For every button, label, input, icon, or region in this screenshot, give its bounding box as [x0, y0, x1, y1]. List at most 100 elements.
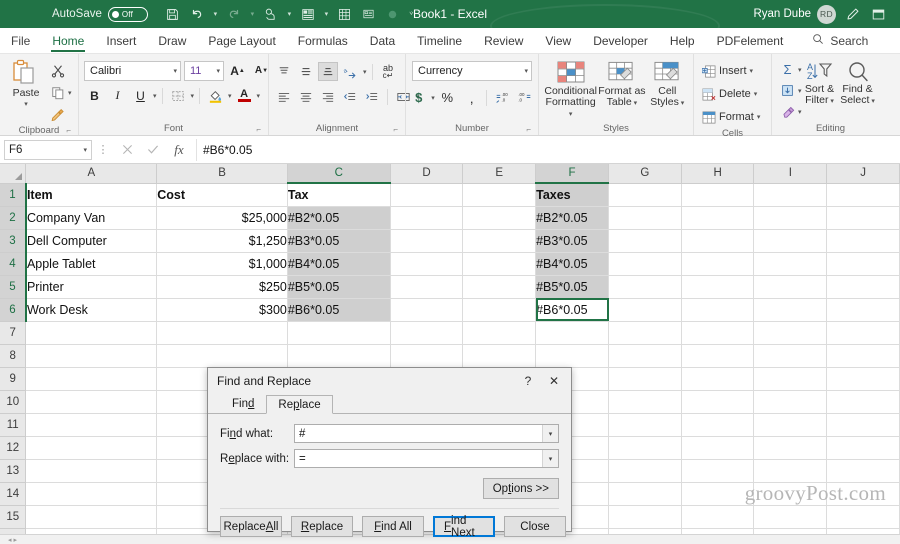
- delete-cells-button[interactable]: Delete ▾: [699, 83, 760, 105]
- column-header-j[interactable]: J: [826, 164, 900, 184]
- touch-mode-chevron-down-icon[interactable]: ▾: [284, 3, 295, 25]
- cell-J4[interactable]: [826, 252, 900, 276]
- pdfelement-chevron-down-icon[interactable]: ▾: [321, 3, 332, 25]
- cell-I2[interactable]: [753, 206, 828, 230]
- cell-C3[interactable]: #B3*0.05: [287, 229, 391, 253]
- cell-F4[interactable]: #B4*0.05: [535, 252, 610, 276]
- increase-decimal-icon[interactable]: .00.0: [492, 87, 513, 108]
- row-header-1[interactable]: 1: [0, 183, 27, 207]
- cell-J14[interactable]: [826, 482, 900, 506]
- cell-E8[interactable]: [462, 344, 537, 368]
- cell-H8[interactable]: [681, 344, 755, 368]
- cell-B6[interactable]: $300: [156, 298, 288, 322]
- cell-A2[interactable]: Company Van: [25, 206, 158, 230]
- row-header-15[interactable]: 15: [0, 505, 27, 529]
- cell-J2[interactable]: [826, 206, 900, 230]
- cell-H6[interactable]: [681, 298, 755, 322]
- cell-A15[interactable]: [25, 505, 158, 529]
- number-format-combo[interactable]: Currency ▾: [412, 61, 532, 81]
- cell-F3[interactable]: #B3*0.05: [535, 229, 610, 253]
- find-all-button[interactable]: Find All: [362, 516, 424, 537]
- cell-J3[interactable]: [826, 229, 900, 253]
- cell-H1[interactable]: [681, 183, 755, 207]
- redo-chevron-down-icon[interactable]: ▾: [247, 3, 258, 25]
- cell-E6[interactable]: [462, 298, 537, 322]
- cell-B3[interactable]: $1,250: [156, 229, 288, 253]
- alignment-dialog-launcher[interactable]: ⌐: [393, 125, 398, 134]
- cell-H10[interactable]: [681, 390, 755, 414]
- cell-F1[interactable]: Taxes: [535, 183, 610, 207]
- cell-C4[interactable]: #B4*0.05: [287, 252, 391, 276]
- cell-A4[interactable]: Apple Tablet: [25, 252, 158, 276]
- cell-H7[interactable]: [681, 321, 755, 345]
- format-cells-button[interactable]: Format ▾: [699, 106, 763, 128]
- cell-G2[interactable]: [608, 206, 682, 230]
- cell-A10[interactable]: [25, 390, 158, 414]
- cell-A5[interactable]: Printer: [25, 275, 158, 299]
- cell-J10[interactable]: [826, 390, 900, 414]
- cell-J12[interactable]: [826, 436, 900, 460]
- cut-icon[interactable]: [47, 60, 68, 81]
- cell-A7[interactable]: [25, 321, 158, 345]
- font-dialog-launcher[interactable]: ⌐: [256, 125, 261, 134]
- cell-G10[interactable]: [608, 390, 682, 414]
- tab-help[interactable]: Help: [659, 28, 706, 53]
- cell-H14[interactable]: [681, 482, 755, 506]
- cell-C5[interactable]: #B5*0.05: [287, 275, 391, 299]
- cell-H12[interactable]: [681, 436, 755, 460]
- cell-C8[interactable]: [287, 344, 391, 368]
- format-cells-chevron-down-icon[interactable]: ▾: [757, 113, 761, 121]
- bold-button[interactable]: B: [84, 85, 105, 106]
- cell-B5[interactable]: $250: [156, 275, 288, 299]
- percent-style-icon[interactable]: %: [437, 87, 458, 108]
- font-size-chevron-down-icon[interactable]: ▾: [212, 67, 220, 75]
- column-header-a[interactable]: A: [25, 164, 158, 184]
- cell-G13[interactable]: [608, 459, 682, 483]
- cell-D6[interactable]: [390, 298, 464, 322]
- cell-I6[interactable]: [753, 298, 828, 322]
- cell-I7[interactable]: [753, 321, 828, 345]
- cell-H4[interactable]: [681, 252, 755, 276]
- cell-H13[interactable]: [681, 459, 755, 483]
- cell-I15[interactable]: [753, 505, 828, 529]
- tab-page-layout[interactable]: Page Layout: [197, 28, 286, 53]
- undo-chevron-down-icon[interactable]: ▾: [210, 3, 221, 25]
- formula-bar-handle[interactable]: ⋮: [96, 143, 110, 156]
- increase-indent-icon[interactable]: [362, 87, 382, 106]
- cell-I5[interactable]: [753, 275, 828, 299]
- cell-J7[interactable]: [826, 321, 900, 345]
- options-button[interactable]: Op t ions >>: [482, 478, 559, 499]
- paste-chevron-down-icon[interactable]: ▾: [24, 100, 28, 108]
- cell-F6[interactable]: #B6*0.05: [535, 298, 610, 322]
- center-icon[interactable]: [296, 87, 316, 106]
- pdfelement-icon[interactable]: [297, 3, 319, 25]
- decrease-decimal-icon[interactable]: .00.0: [515, 87, 536, 108]
- middle-align-icon[interactable]: [296, 62, 316, 81]
- cell-G7[interactable]: [608, 321, 682, 345]
- tab-insert[interactable]: Insert: [95, 28, 147, 53]
- cell-A9[interactable]: [25, 367, 158, 391]
- row-header-7[interactable]: 7: [0, 321, 27, 345]
- redo-icon[interactable]: [223, 3, 245, 25]
- column-header-g[interactable]: G: [608, 164, 682, 184]
- autosave-toggle[interactable]: Off: [107, 6, 148, 22]
- row-header-11[interactable]: 11: [0, 413, 27, 437]
- help-icon[interactable]: ?: [515, 371, 541, 391]
- customize-qat-icon[interactable]: ⩒: [406, 3, 417, 25]
- cell-B2[interactable]: $25,000: [156, 206, 288, 230]
- tab-pdfelement[interactable]: PDFelement: [706, 28, 795, 53]
- ribbon-display-options-icon[interactable]: [868, 4, 888, 24]
- replace-with-value[interactable]: =: [295, 450, 542, 467]
- cell-styles-button[interactable]: Cell Styles ▾: [647, 59, 688, 108]
- cell-C7[interactable]: [287, 321, 391, 345]
- delete-cells-chevron-down-icon[interactable]: ▾: [754, 90, 758, 98]
- row-header-2[interactable]: 2: [0, 206, 27, 230]
- tab-home[interactable]: Home: [41, 28, 95, 53]
- cell-I8[interactable]: [753, 344, 828, 368]
- cell-I13[interactable]: [753, 459, 828, 483]
- orientation-icon[interactable]: a: [340, 61, 361, 82]
- record-icon[interactable]: [382, 3, 404, 25]
- cell-C2[interactable]: #B2*0.05: [287, 206, 391, 230]
- underline-button[interactable]: U: [130, 85, 151, 106]
- cancel-icon[interactable]: [114, 139, 140, 161]
